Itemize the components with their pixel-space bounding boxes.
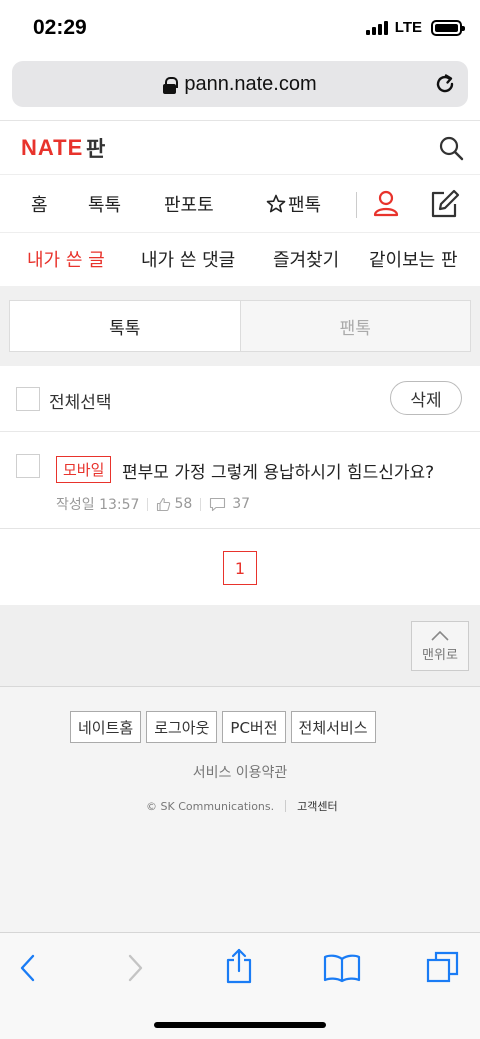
footer-link-logout[interactable]: 로그아웃 xyxy=(146,711,218,743)
browser-toolbar xyxy=(0,932,480,1039)
tabs-icon[interactable] xyxy=(425,949,461,985)
tab-shared[interactable]: 같이보는 판 xyxy=(369,246,458,272)
back-icon[interactable] xyxy=(17,953,39,983)
tab-my-comments[interactable]: 내가 쓴 댓글 xyxy=(141,246,235,272)
nav-fantok[interactable]: 팬톡 xyxy=(266,191,321,217)
tab-fantok[interactable]: 팬톡 xyxy=(240,301,470,351)
comment-count: 37 xyxy=(232,496,251,512)
signal-icon xyxy=(365,20,388,35)
tab-toktok[interactable]: 톡톡 xyxy=(10,301,241,351)
share-icon[interactable] xyxy=(224,947,254,985)
url-text: pann.nate.com xyxy=(184,72,317,95)
search-icon[interactable] xyxy=(438,135,464,161)
copyright-text: © SK Communications. xyxy=(146,799,275,813)
site-header: NATE 판 xyxy=(0,120,480,174)
mobile-badge: 모바일 xyxy=(56,456,112,483)
status-time: 02:29 xyxy=(33,16,87,39)
list-item[interactable]: 모바일 편부모 가정 그렇게 용납하시기 힘드신가요? 작성일 13:57 58… xyxy=(0,432,480,529)
pann-title[interactable]: 판 xyxy=(86,133,105,163)
address-bar[interactable]: pann.nate.com xyxy=(12,61,468,107)
footer-link-nate-home[interactable]: 네이트홈 xyxy=(70,711,142,743)
like-count: 58 xyxy=(174,496,193,512)
battery-icon xyxy=(431,19,465,36)
network-label: LTE xyxy=(394,19,422,36)
thumbs-up-icon xyxy=(157,497,171,511)
terms-link[interactable]: 서비스 이용약관 xyxy=(0,762,480,782)
selection-bar: 전체선택 삭제 xyxy=(0,366,480,432)
delete-button[interactable]: 삭제 xyxy=(390,381,462,415)
scroll-top-area: 맨위로 xyxy=(0,605,480,687)
footer: 네이트홈 로그아웃 PC버전 전체서비스 서비스 이용약관 © SK Commu… xyxy=(0,687,480,933)
bookmarks-icon[interactable] xyxy=(323,953,361,983)
my-activity-nav: 내가 쓴 글 내가 쓴 댓글 즐겨찾기 같이보는 판 xyxy=(0,232,480,286)
select-all-label[interactable]: 전체선택 xyxy=(49,388,112,413)
tab-favorites[interactable]: 즐겨찾기 xyxy=(273,246,339,272)
write-icon[interactable] xyxy=(428,188,460,220)
footer-links: 네이트홈 로그아웃 PC버전 전체서비스 xyxy=(70,711,376,743)
forward-icon[interactable] xyxy=(124,953,146,983)
status-bar: 02:29 LTE xyxy=(0,0,480,58)
comment-icon xyxy=(210,497,226,511)
star-icon xyxy=(266,194,286,213)
nate-logo[interactable]: NATE xyxy=(21,135,83,161)
select-all-checkbox[interactable] xyxy=(16,387,40,411)
scroll-top-label: 맨위로 xyxy=(422,647,458,663)
nav-fantok-label: 팬톡 xyxy=(288,195,322,216)
pagination: 1 xyxy=(0,529,480,605)
nav-toktok[interactable]: 톡톡 xyxy=(88,191,121,217)
home-indicator xyxy=(154,1022,326,1028)
tab-my-posts[interactable]: 내가 쓴 글 xyxy=(27,246,105,272)
post-meta: 작성일 13:57 58 37 xyxy=(56,494,250,514)
nav-home[interactable]: 홈 xyxy=(31,191,48,217)
footer-link-all-services[interactable]: 전체서비스 xyxy=(290,711,376,743)
post-checkbox[interactable] xyxy=(16,454,40,478)
footer-link-pc-version[interactable]: PC버전 xyxy=(222,711,286,743)
page-1[interactable]: 1 xyxy=(223,551,257,585)
user-icon[interactable] xyxy=(372,189,400,217)
post-date: 작성일 13:57 xyxy=(56,497,140,513)
chevron-up-icon xyxy=(431,630,449,641)
lock-icon xyxy=(163,76,179,94)
nav-divider xyxy=(356,192,357,218)
status-indicators: LTE xyxy=(365,19,465,36)
board-tabs: 톡톡 팬톡 xyxy=(9,300,471,352)
customer-center-link[interactable]: 고객센터 xyxy=(297,798,337,814)
board-tab-area: 톡톡 팬톡 xyxy=(0,286,480,366)
post-title[interactable]: 편부모 가정 그렇게 용납하시기 힘드신가요? xyxy=(122,458,434,483)
reload-icon[interactable] xyxy=(432,71,458,97)
copyright-line: © SK Communications. 고객센터 xyxy=(146,798,338,814)
main-nav: 홈 톡톡 판포토 팬톡 xyxy=(0,174,480,232)
address-bar-area: pann.nate.com xyxy=(0,58,480,120)
nav-panphoto[interactable]: 판포토 xyxy=(164,191,214,217)
scroll-top-button[interactable]: 맨위로 xyxy=(411,621,469,671)
